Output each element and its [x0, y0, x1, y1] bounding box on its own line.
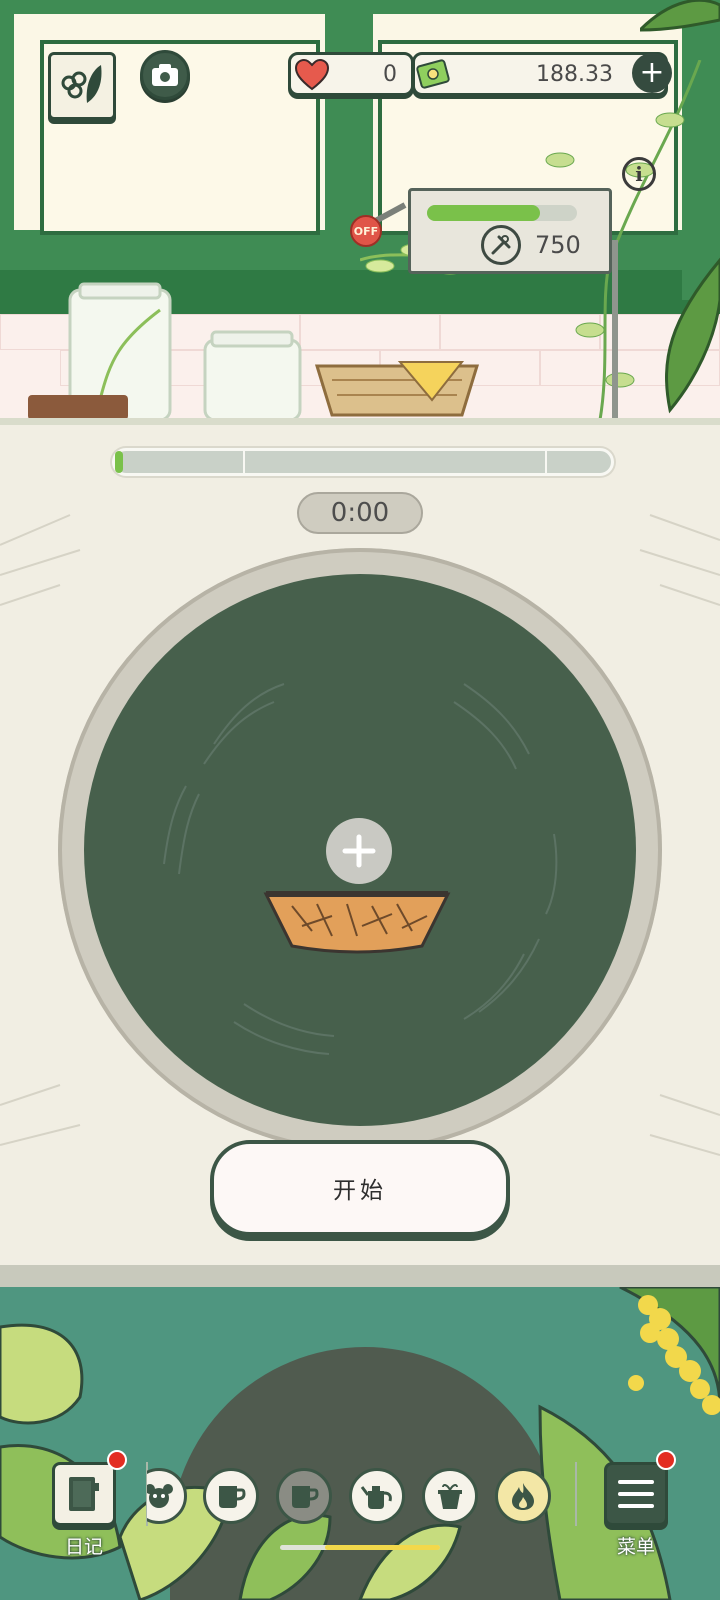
timer-display: 0:00 [297, 492, 423, 534]
menu-label: 菜单 [616, 1536, 655, 1558]
add-money-button[interactable]: + [632, 53, 672, 93]
power-switch[interactable]: OFF [350, 215, 382, 247]
plus-icon [342, 834, 376, 868]
wicker-basket [314, 361, 480, 417]
stage-progress-fill [115, 451, 123, 473]
menu-button[interactable] [604, 1462, 668, 1526]
info-icon[interactable]: i [622, 157, 656, 191]
hearts-counter: 0 [288, 52, 414, 96]
cup-icon[interactable] [203, 1468, 259, 1524]
glass-jars [28, 282, 302, 420]
stage-progress-bar [112, 448, 614, 476]
kettle-icon[interactable] [349, 1468, 405, 1524]
diary-button[interactable] [52, 1462, 116, 1526]
machine-progress-track [427, 205, 577, 221]
plant-collection-button[interactable] [48, 52, 116, 120]
tools-icon [481, 225, 521, 265]
tool-scroll-track [280, 1545, 440, 1550]
switch-label: OFF [353, 224, 379, 238]
start-button[interactable]: 开始 [210, 1140, 510, 1236]
nav-divider [575, 1462, 577, 1526]
diary-notification-dot [107, 1450, 127, 1470]
machine-pipe [612, 240, 618, 420]
progress-marker [243, 451, 245, 473]
hearts-value: 0 [383, 61, 397, 87]
machine-progress-fill [427, 205, 540, 221]
cash-icon [416, 59, 450, 89]
machine-panel[interactable]: 750 [408, 188, 612, 274]
money-counter: 188.33 [412, 52, 668, 96]
camera-icon [152, 64, 178, 86]
camera-button[interactable] [140, 50, 190, 100]
leaf-top-right [640, 0, 720, 32]
fire-icon[interactable] [495, 1468, 551, 1524]
add-beans-button[interactable] [326, 818, 392, 884]
wall-tile [300, 314, 440, 350]
diary-label: 日记 [64, 1536, 103, 1558]
tool-slot-bear-clip [147, 1468, 187, 1524]
window-scene: OFF 750 i 0 188.33 + [0, 0, 720, 425]
menu-notification-dot [656, 1450, 676, 1470]
heart-icon [295, 59, 329, 91]
counter-edge [0, 1265, 720, 1287]
notebook-icon [69, 1477, 99, 1511]
pot-icon[interactable] [422, 1468, 478, 1524]
hamburger-icon [618, 1480, 654, 1508]
tool-scroll-thumb [325, 1545, 440, 1550]
money-value: 188.33 [536, 61, 613, 87]
flower-leaf-icon [61, 65, 102, 103]
bear-icon[interactable] [147, 1468, 187, 1524]
mug-icon[interactable] [276, 1468, 332, 1524]
progress-marker [545, 451, 547, 473]
parts-count: 750 [535, 231, 581, 259]
bean-basket-icon [263, 891, 451, 954]
